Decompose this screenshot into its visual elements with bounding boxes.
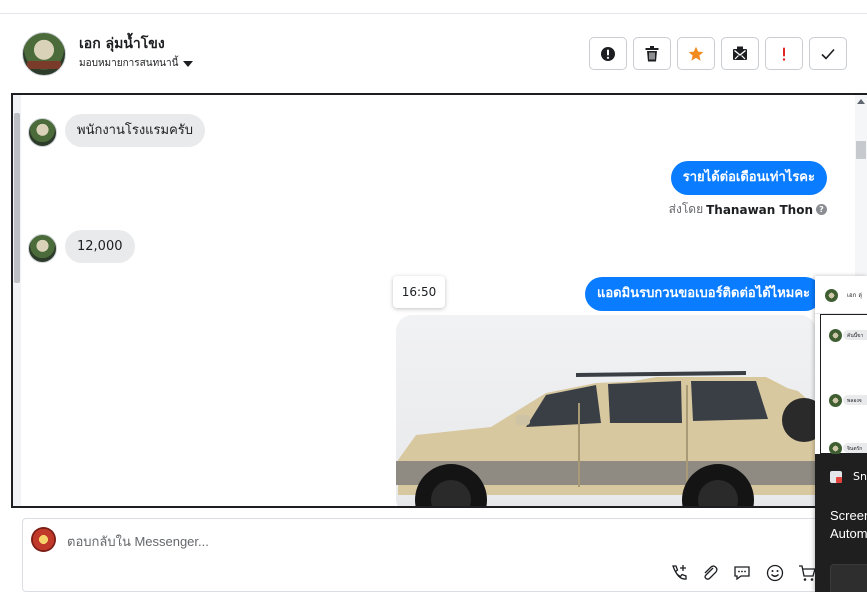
snipping-tool-icon	[830, 471, 842, 483]
action-toolbar	[589, 37, 847, 70]
mark-done-button[interactable]	[809, 37, 847, 70]
call-add-icon	[672, 565, 687, 580]
reply-input[interactable]	[67, 531, 467, 551]
mini-avatar	[829, 394, 842, 407]
sender-name: Thanawan Thon	[706, 202, 813, 217]
timestamp-tooltip: 16:50	[393, 276, 445, 308]
mini-header: เอก ลุ่	[815, 276, 867, 314]
saved-reply-icon	[734, 566, 750, 581]
check-icon	[821, 48, 835, 60]
car-photo-illustration	[396, 371, 816, 506]
contact-avatar-small[interactable]	[28, 118, 57, 147]
alert-circle-icon	[601, 46, 615, 61]
assign-label: มอบหมายการสนทนานี้	[79, 58, 179, 69]
cart-button[interactable]	[797, 563, 817, 583]
attachment-icon	[704, 565, 718, 580]
exclamation-icon	[782, 47, 786, 61]
page-avatar	[31, 527, 56, 552]
call-add-button[interactable]	[669, 563, 689, 583]
outgoing-message[interactable]: รายได้ต่อเดือนเท่าไรคะ	[670, 161, 827, 195]
incoming-message[interactable]: พนักงานโรงแรมครับ	[65, 114, 206, 147]
contact-avatar[interactable]	[22, 32, 66, 76]
mini-thread: คันนี้ขา พลองจ จินตรัก	[820, 314, 867, 455]
mini-avatar	[829, 329, 842, 342]
emoji-button[interactable]	[765, 563, 785, 583]
sent-by-prefix: ส่งโดย	[668, 202, 704, 216]
reply-composer	[22, 518, 822, 592]
attach-button[interactable]	[700, 563, 720, 583]
help-icon[interactable]: ?	[816, 204, 827, 215]
mail-block-icon	[733, 46, 747, 60]
top-strip	[0, 0, 867, 14]
mini-message: คันนี้ขา	[847, 333, 864, 339]
star-icon	[688, 46, 704, 61]
mini-contact-name: เอก ลุ่	[847, 292, 862, 299]
mini-avatar	[825, 289, 838, 302]
mini-message: พลองจ	[847, 398, 862, 404]
scroll-up-icon[interactable]	[857, 99, 865, 104]
left-scrollbar[interactable]	[13, 95, 21, 506]
messenger-page: เอก ลุ่มน้ำโขง มอบหมายการสนทนานี้ พนักงา…	[0, 0, 867, 592]
right-scrollbar-thumb[interactable]	[856, 141, 866, 159]
mark-important-button[interactable]	[765, 37, 803, 70]
chevron-down-icon	[183, 60, 194, 67]
delete-button[interactable]	[633, 37, 671, 70]
spam-mail-button[interactable]	[721, 37, 759, 70]
sent-by-label: ส่งโดย Thanawan Thon ?	[669, 200, 827, 219]
trash-icon	[645, 45, 659, 61]
saved-reply-button[interactable]	[732, 563, 752, 583]
emoji-icon	[766, 564, 784, 582]
assign-conversation-dropdown[interactable]: มอบหมายการสนทนานี้	[79, 56, 194, 71]
notification-app-name: Sn	[853, 470, 867, 483]
contact-name[interactable]: เอก ลุ่มน้ำโขง	[79, 33, 165, 55]
star-button[interactable]	[677, 37, 715, 70]
left-scrollbar-thumb[interactable]	[14, 113, 20, 283]
toast-notification[interactable]: Sn Screen Autom	[815, 454, 867, 592]
alert-button[interactable]	[589, 37, 627, 70]
mini-message: จินตรัก	[847, 446, 863, 452]
message-thread[interactable]: พนักงานโรงแรมครับ รายได้ต่อเดือนเท่าไรคะ…	[11, 93, 867, 508]
car-image-attachment[interactable]	[396, 315, 816, 506]
outgoing-message[interactable]: แอดมินรบกวนขอเบอร์ติดต่อได้ไหมคะ	[585, 277, 823, 311]
notification-body: Autom	[830, 526, 867, 541]
cart-icon	[799, 565, 816, 581]
contact-avatar-small[interactable]	[28, 234, 57, 263]
notification-title: Screen	[830, 508, 867, 523]
conversation-header: เอก ลุ่มน้ำโขง มอบหมายการสนทนานี้	[0, 14, 867, 94]
notification-action-button[interactable]	[830, 564, 867, 592]
incoming-message[interactable]: 12,000	[65, 230, 135, 263]
overlapping-window-preview[interactable]: เอก ลุ่ คันนี้ขา พลองจ จินตรัก Sn Screen…	[815, 276, 867, 592]
